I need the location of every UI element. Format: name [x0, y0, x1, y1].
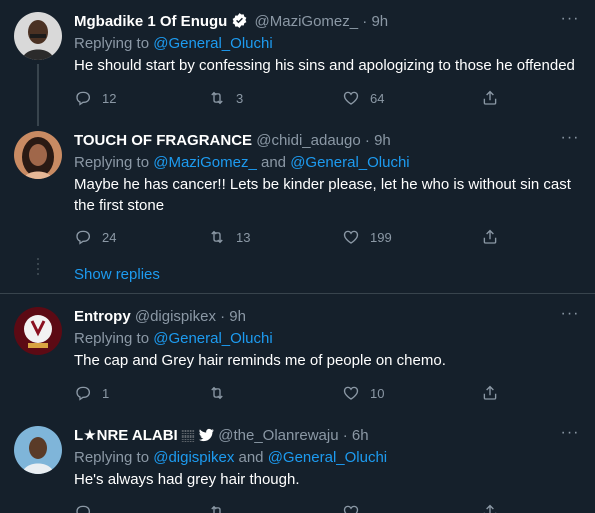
tweet-feed: Mgbadike 1 Of Enugu @MaziGomez_ · 9h ···… [0, 0, 595, 513]
reply-count: 12 [102, 90, 117, 106]
retweet-icon [208, 228, 226, 246]
timestamp[interactable]: 6h [352, 427, 369, 444]
share-button[interactable] [481, 227, 499, 247]
user-handle[interactable]: @MaziGomez_ [255, 13, 359, 30]
share-icon [481, 228, 499, 246]
tweet-2[interactable]: TOUCH OF FRAGRANCE @chidi_adaugo · 9h ··… [0, 130, 595, 261]
heart-icon [342, 384, 360, 402]
mention-link[interactable]: @General_Oluchi [153, 35, 272, 52]
replying-to: Replying to @MaziGomez_ and @General_Olu… [74, 153, 410, 173]
replying-to: Replying to @digispikex and @General_Olu… [74, 448, 387, 468]
reply-button[interactable]: 24 [74, 227, 116, 247]
replying-prefix: Replying to [74, 330, 154, 347]
tweet-4[interactable]: L★NRE ALABI 🏽 @the_Olanrewaju · 6h ··· R… [0, 425, 595, 513]
tweet-text: He should start by confessing his sins a… [74, 57, 575, 74]
like-button[interactable] [342, 502, 360, 513]
mention-link[interactable]: @MaziGomez_ [153, 154, 257, 171]
share-button[interactable] [481, 502, 499, 513]
share-icon [481, 384, 499, 402]
tweet-actions: 24 13 199 [74, 227, 514, 247]
avatar[interactable] [14, 426, 62, 474]
reply-button[interactable]: 12 [74, 88, 116, 108]
share-button[interactable] [481, 383, 499, 403]
tweet-actions: 12 3 64 [74, 88, 514, 108]
retweet-count: 13 [236, 229, 251, 245]
show-replies-link[interactable]: Show replies [74, 266, 160, 283]
tweet-text: He's always had grey hair though. [74, 471, 300, 488]
like-button[interactable]: 64 [342, 88, 384, 108]
conjunction: and [234, 449, 268, 466]
separator: · [220, 308, 226, 325]
retweet-button[interactable]: 3 [208, 88, 243, 108]
retweet-icon [208, 89, 226, 107]
replying-prefix: Replying to [74, 449, 154, 466]
like-count: 10 [370, 385, 385, 401]
display-name[interactable]: L★NRE ALABI [74, 427, 178, 444]
display-name[interactable]: Mgbadike 1 Of Enugu [74, 13, 227, 30]
like-button[interactable]: 199 [342, 227, 392, 247]
heart-icon [342, 503, 360, 513]
reply-icon [74, 228, 92, 246]
avatar[interactable] [14, 12, 62, 60]
tweet-actions: 1 10 [74, 383, 514, 403]
replying-to: Replying to @General_Oluchi [74, 34, 273, 54]
replying-to: Replying to @General_Oluchi [74, 329, 273, 349]
share-icon [481, 503, 499, 513]
retweet-button[interactable]: 13 [208, 227, 250, 247]
conjunction: and [256, 154, 291, 171]
like-count: 199 [370, 229, 392, 245]
like-count: 64 [370, 90, 385, 106]
timestamp[interactable]: 9h [374, 132, 391, 149]
display-name[interactable]: Entropy [74, 308, 131, 325]
more-options-button[interactable]: ··· [559, 306, 581, 327]
display-name[interactable]: TOUCH OF FRAGRANCE [74, 132, 252, 149]
like-button[interactable]: 10 [342, 383, 384, 403]
timestamp[interactable]: 9h [371, 13, 388, 30]
separator: · [364, 132, 370, 149]
replying-prefix: Replying to [74, 35, 154, 52]
reply-count: 24 [102, 229, 117, 245]
replying-prefix: Replying to [74, 154, 154, 171]
retweet-button[interactable] [208, 383, 226, 403]
heart-icon [342, 228, 360, 246]
thread-dots [37, 258, 39, 278]
avatar[interactable] [14, 307, 62, 355]
timestamp[interactable]: 9h [229, 308, 246, 325]
share-button[interactable] [481, 88, 499, 108]
user-handle[interactable]: @chidi_adaugo [256, 132, 360, 149]
reply-button[interactable]: 1 [74, 383, 109, 403]
retweet-count: 3 [236, 90, 244, 106]
more-options-button[interactable]: ··· [559, 11, 581, 32]
user-handle[interactable]: @digispikex [135, 308, 216, 325]
tweet-1[interactable]: Mgbadike 1 Of Enugu @MaziGomez_ · 9h ···… [0, 11, 595, 112]
tweet-3[interactable]: Entropy @digispikex · 9h ··· Replying to… [0, 306, 595, 407]
tweet-text: Maybe he has cancer!! Lets be kinder ple… [74, 176, 571, 214]
mention-link[interactable]: @General_Oluchi [290, 154, 409, 171]
name-emoji: 🏽 [181, 428, 195, 443]
mention-link[interactable]: @General_Oluchi [153, 330, 272, 347]
tweet-actions [74, 502, 514, 513]
reply-icon [74, 89, 92, 107]
reply-button[interactable] [74, 502, 92, 513]
tweet-text: The cap and Grey hair reminds me of peop… [74, 352, 446, 369]
separator: · [362, 13, 368, 30]
separator: · [342, 427, 348, 444]
divider [0, 293, 595, 294]
twitter-bird-icon [199, 428, 214, 448]
heart-icon [342, 89, 360, 107]
share-icon [481, 89, 499, 107]
user-handle[interactable]: @the_Olanrewaju [218, 427, 338, 444]
reply-count: 1 [102, 385, 110, 401]
mention-link[interactable]: @digispikex [153, 449, 234, 466]
more-options-button[interactable]: ··· [559, 130, 581, 151]
retweet-icon [208, 384, 226, 402]
mention-link[interactable]: @General_Oluchi [268, 449, 387, 466]
retweet-button[interactable] [208, 502, 226, 513]
retweet-icon [208, 503, 226, 513]
verified-badge-icon [231, 12, 248, 35]
avatar[interactable] [14, 131, 62, 179]
reply-icon [74, 503, 92, 513]
reply-icon [74, 384, 92, 402]
more-options-button[interactable]: ··· [559, 425, 581, 446]
